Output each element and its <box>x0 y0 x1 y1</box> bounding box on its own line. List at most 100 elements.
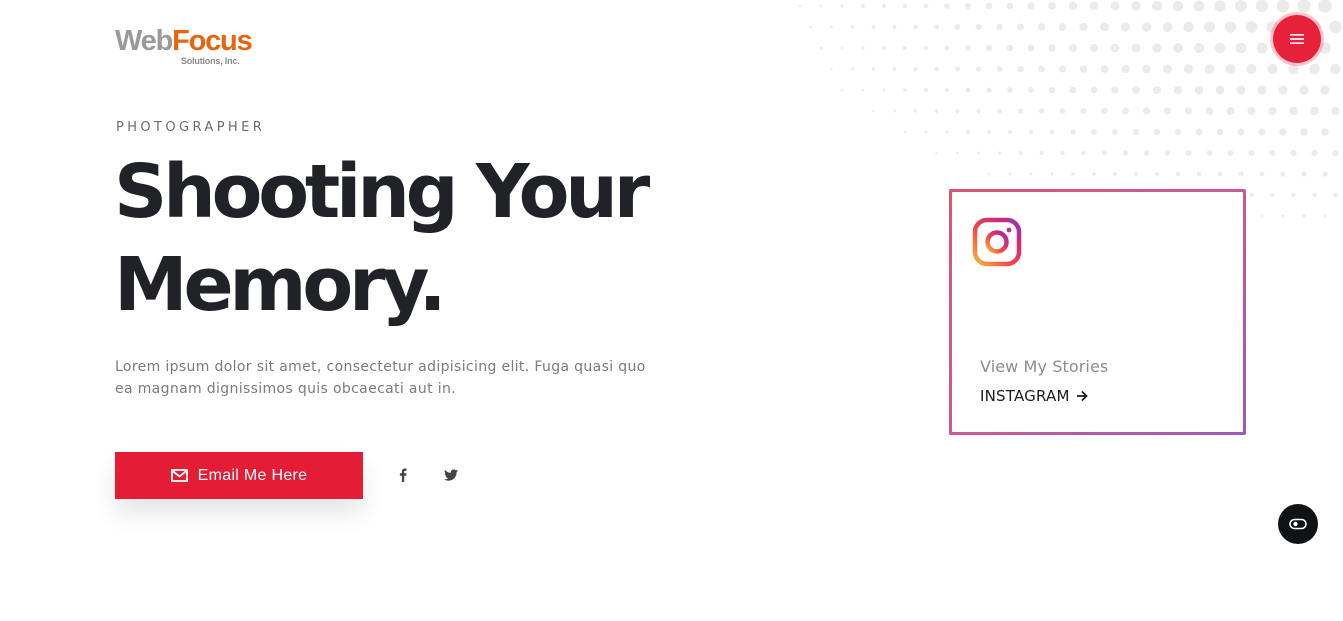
halftone-dot <box>1017 65 1024 73</box>
halftone-dot <box>1050 172 1054 176</box>
halftone-dot <box>1017 23 1024 31</box>
halftone-dot <box>966 130 970 134</box>
instagram-icon <box>972 217 1022 267</box>
halftone-dot <box>1091 129 1097 135</box>
halftone-dot <box>1183 21 1194 33</box>
halftone-dot <box>933 24 940 30</box>
logo-text-focus: Focus <box>172 25 253 57</box>
facebook-link[interactable] <box>394 466 412 484</box>
halftone-dot <box>892 24 897 30</box>
hero-description: Lorem ipsum dolor sit amet, consectetur … <box>115 359 646 397</box>
halftone-dot <box>996 66 1003 72</box>
halftone-dot <box>1194 85 1204 95</box>
halftone-dot <box>1007 129 1013 135</box>
email-button-label: Email Me Here <box>197 466 308 484</box>
toggle-icon <box>1289 518 1307 530</box>
halftone-dot <box>1175 171 1181 177</box>
halftone-dot <box>1217 171 1223 177</box>
halftone-dot <box>1299 85 1309 95</box>
halftone-dot <box>1172 0 1184 12</box>
instagram-link[interactable]: INSTAGRAM <box>980 387 1088 405</box>
halftone-dot <box>1330 63 1341 75</box>
halftone-dot <box>1027 2 1035 10</box>
halftone-dot <box>1236 85 1246 95</box>
halftone-dot <box>1255 0 1269 13</box>
halftone-dot <box>935 151 938 155</box>
halftone-dot <box>1102 150 1107 156</box>
halftone-dot <box>985 44 993 52</box>
halftone-dot <box>1235 42 1247 54</box>
halftone-dot <box>1090 86 1098 94</box>
twitter-link[interactable] <box>442 466 460 484</box>
halftone-dot <box>1333 192 1338 198</box>
halftone-dot <box>1246 63 1257 75</box>
halftone-dot <box>1237 128 1245 136</box>
halftone-dot <box>1048 86 1056 94</box>
halftone-dot <box>1164 150 1171 156</box>
halftone-dot <box>1309 63 1320 75</box>
halftone-dot <box>1100 22 1109 32</box>
halftone-dot <box>1058 65 1067 73</box>
halftone-dot <box>1028 129 1034 135</box>
halftone-dot <box>987 172 991 176</box>
halftone-dot <box>1111 86 1119 94</box>
halftone-dot <box>861 4 865 8</box>
halftone-dot <box>1318 0 1332 13</box>
halftone-dot <box>1278 85 1288 95</box>
halftone-dot <box>1113 172 1117 176</box>
halftone-dot <box>1224 21 1237 33</box>
halftone-dot <box>1131 43 1141 53</box>
halftone-dot <box>986 87 992 93</box>
halftone-dot <box>903 130 907 134</box>
halftone-dot <box>1235 0 1247 12</box>
halftone-dot <box>1174 128 1182 136</box>
halftone-dot <box>1163 107 1172 115</box>
halftone-dot <box>1081 150 1086 156</box>
halftone-dot <box>1038 108 1045 114</box>
halftone-dot <box>1163 64 1172 74</box>
halftone-dot <box>934 109 939 113</box>
floating-toggle-button[interactable] <box>1278 504 1318 544</box>
instagram-card[interactable]: View My Stories INSTAGRAM <box>949 189 1246 435</box>
halftone-dot <box>1006 2 1014 10</box>
instagram-link-label: INSTAGRAM <box>980 387 1070 405</box>
halftone-dot <box>1259 171 1265 177</box>
halftone-dot <box>945 130 949 134</box>
halftone-dot <box>1059 108 1066 114</box>
eyebrow-label: PHOTOGRAPHER <box>116 120 266 135</box>
halftone-dot <box>1184 107 1193 115</box>
logo-text-web: Web <box>115 25 173 57</box>
halftone-dot <box>1312 192 1317 198</box>
halftone-dot <box>1247 106 1256 116</box>
title-line-2: Memory. <box>114 242 447 328</box>
menu-button[interactable] <box>1273 15 1321 63</box>
halftone-dot <box>1058 23 1067 31</box>
email-me-button[interactable]: Email Me Here <box>115 452 363 499</box>
logo[interactable]: WebFocus Solutions, Inc. <box>115 25 253 66</box>
facebook-icon <box>399 468 407 482</box>
halftone-dot <box>1007 87 1013 93</box>
halftone-dot <box>1249 192 1254 198</box>
halftone-dot <box>1089 43 1099 53</box>
halftone-dot <box>1258 128 1266 136</box>
halftone-dot <box>840 88 844 92</box>
halftone-dot <box>1270 192 1275 198</box>
halftone-dot <box>1214 0 1226 12</box>
halftone-dot <box>1300 128 1308 136</box>
halftone-dot <box>1329 20 1342 34</box>
halftone-dot <box>1323 214 1327 218</box>
halftone-dot <box>1006 44 1014 52</box>
halftone-dot <box>913 109 918 113</box>
halftone-dot <box>1132 128 1140 136</box>
halftone-dot <box>1070 129 1076 135</box>
halftone-dot <box>892 67 897 71</box>
halftone-dot <box>923 45 929 51</box>
halftone-dot <box>798 4 802 8</box>
halftone-dot <box>1267 63 1278 75</box>
halftone-dot <box>997 108 1002 114</box>
halftone-dot <box>1049 129 1055 135</box>
halftone-dot <box>1204 21 1215 33</box>
halftone-dot <box>819 4 823 8</box>
halftone-dot <box>1214 42 1226 54</box>
halftone-dot <box>1142 64 1151 74</box>
